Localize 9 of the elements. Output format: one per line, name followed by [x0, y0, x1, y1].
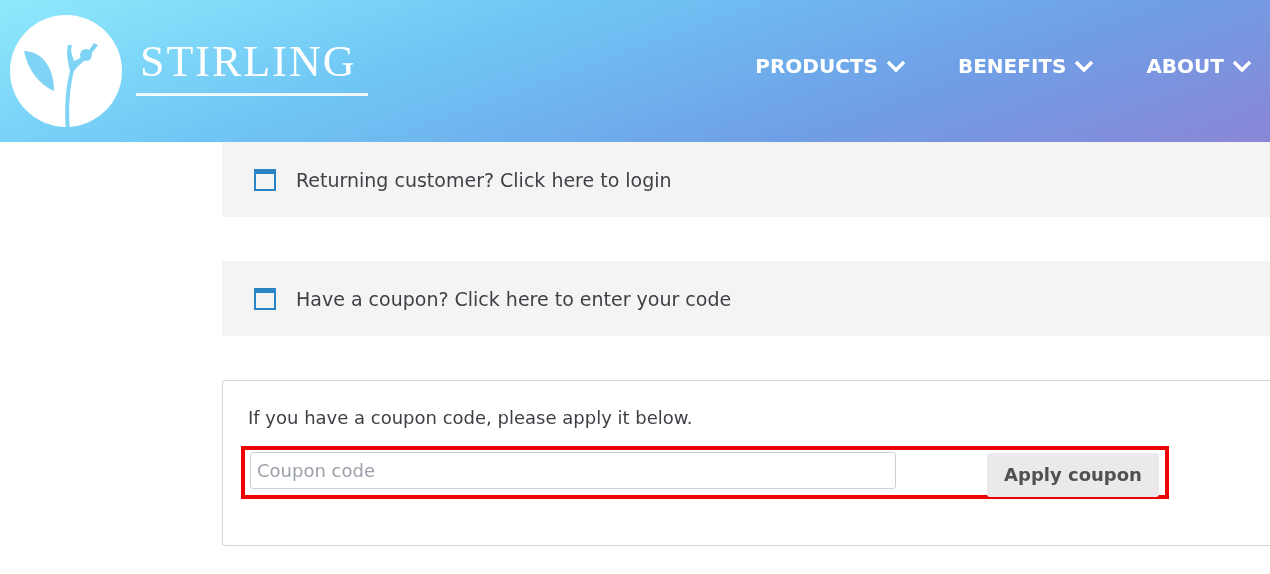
- apply-coupon-button[interactable]: Apply coupon: [987, 452, 1159, 497]
- window-icon: [254, 168, 276, 191]
- notice-link[interactable]: Have a coupon? Click here to enter your code: [296, 287, 732, 310]
- window-icon: [254, 287, 276, 310]
- notice-link[interactable]: Returning customer? Click here to login: [296, 168, 672, 191]
- coupon-code-field[interactable]: Coupon code: [250, 452, 896, 489]
- logo-icon: [10, 15, 122, 127]
- logo-text: STIRLING: [136, 36, 369, 96]
- coupon-instruction: If you have a coupon code, please apply it below.: [248, 407, 694, 428]
